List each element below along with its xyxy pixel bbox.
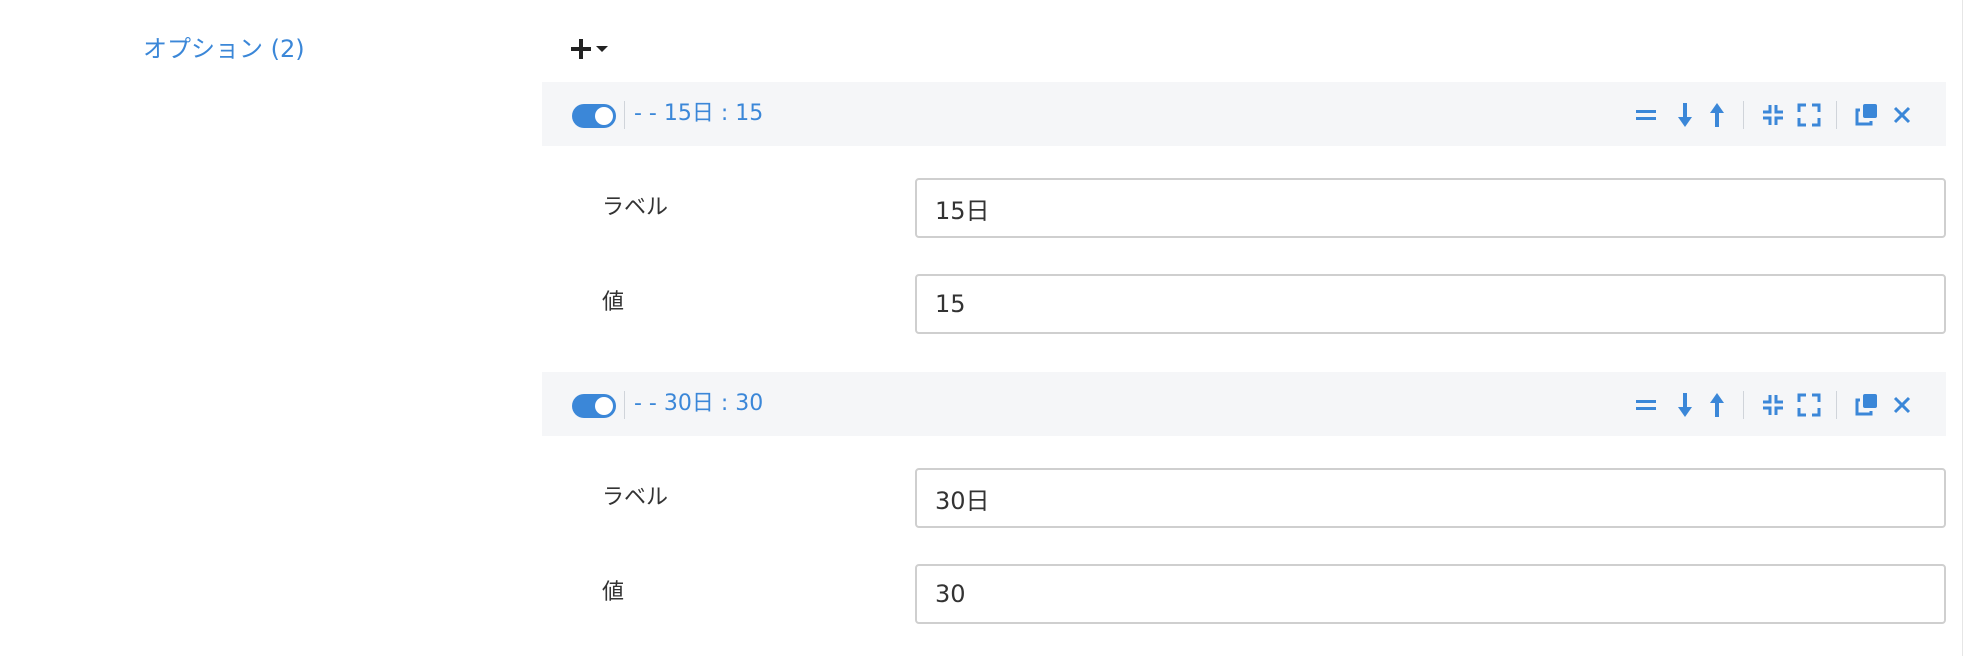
option-header: - - 15日 : 15 — [542, 82, 1946, 146]
move-up-icon[interactable] — [1702, 390, 1732, 420]
divider — [1743, 391, 1744, 419]
plus-icon — [570, 38, 592, 60]
toggle-knob — [595, 107, 613, 125]
expand-icon[interactable] — [1794, 390, 1824, 420]
close-icon[interactable] — [1887, 100, 1917, 130]
collapse-icon[interactable] — [1758, 390, 1788, 420]
value-input[interactable] — [915, 564, 1946, 624]
scroll-edge-divider — [1962, 0, 1963, 656]
value-input[interactable] — [915, 274, 1946, 334]
move-down-icon[interactable] — [1670, 390, 1700, 420]
label-field-caption: ラベル — [602, 195, 669, 220]
divider — [624, 101, 625, 129]
option-header-title: - - 15日 : 15 — [634, 101, 764, 126]
enable-toggle[interactable] — [572, 394, 616, 418]
section-title: オプション (2) — [143, 35, 305, 63]
option-header: - - 30日 : 30 — [542, 372, 1946, 436]
option-item: - - 30日 : 30 ラベル 30日 値 30 — [542, 372, 1946, 662]
divider — [1836, 101, 1837, 129]
expand-icon[interactable] — [1794, 100, 1824, 130]
label-input[interactable] — [915, 178, 1946, 238]
divider — [1743, 101, 1744, 129]
value-field-caption: 値 — [602, 580, 625, 605]
duplicate-icon[interactable] — [1851, 100, 1881, 130]
divider — [624, 391, 625, 419]
caret-down-icon — [595, 45, 609, 53]
divider — [1836, 391, 1837, 419]
close-icon[interactable] — [1887, 390, 1917, 420]
options-list: - - 15日 : 15 ラベル 15日 値 15 - - 30日: 30 ラ… — [542, 82, 1946, 662]
duplicate-icon[interactable] — [1851, 390, 1881, 420]
collapse-icon[interactable] — [1758, 100, 1788, 130]
enable-toggle[interactable] — [572, 104, 616, 128]
page: オプション (2) - - 15日 : 15 ラベル 15日 値 15 - - … — [0, 0, 1974, 656]
value-field-caption: 値 — [602, 290, 625, 315]
toggle-knob — [595, 397, 613, 415]
option-header-title: - - 30日 : 30 — [634, 391, 764, 416]
label-input[interactable] — [915, 468, 1946, 528]
option-item: - - 15日 : 15 ラベル 15日 値 15 — [542, 82, 1946, 372]
label-field-caption: ラベル — [602, 485, 669, 510]
move-down-icon[interactable] — [1670, 100, 1700, 130]
move-up-icon[interactable] — [1702, 100, 1732, 130]
drag-handle-icon[interactable] — [1631, 100, 1661, 130]
drag-handle-icon[interactable] — [1631, 390, 1661, 420]
add-option-menu-button[interactable] — [570, 32, 616, 66]
